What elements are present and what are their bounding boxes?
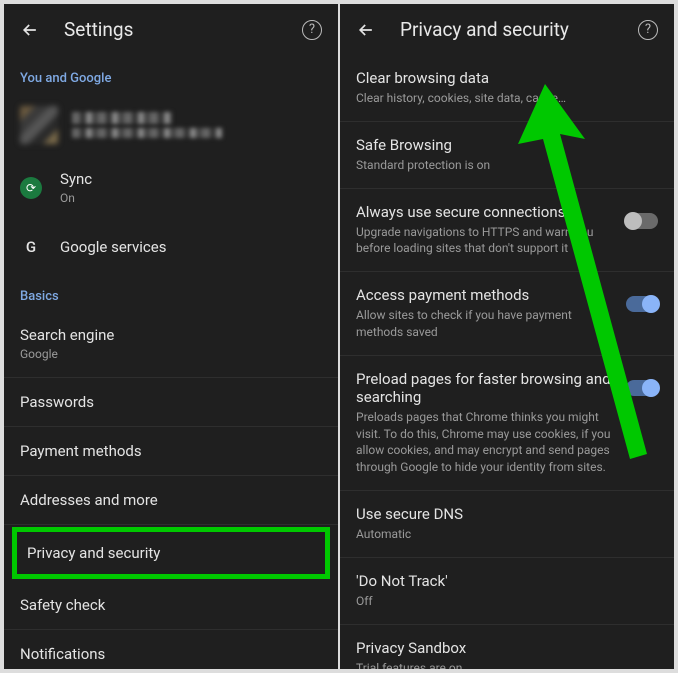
passwords-row[interactable]: Passwords: [4, 378, 338, 427]
notifications-row[interactable]: Notifications: [4, 630, 338, 669]
highlighted-privacy-security: Privacy and security: [12, 527, 330, 579]
sandbox-sub: Trial features are on: [356, 660, 658, 669]
do-not-track-row[interactable]: 'Do Not Track' Off: [340, 558, 674, 625]
google-services-label: Google services: [60, 238, 166, 256]
settings-panel: Settings ? You and Google ⟳ Sync On G Go…: [4, 4, 338, 669]
account-row[interactable]: [4, 94, 338, 156]
payment-access-sub: Allow sites to check if you have payment…: [356, 307, 616, 341]
search-engine-sub: Google: [20, 346, 322, 363]
safe-browsing-sub: Standard protection is on: [356, 157, 658, 174]
secure-conn-title: Always use secure connections: [356, 203, 616, 221]
safety-check-label: Safety check: [20, 596, 105, 614]
sync-row[interactable]: ⟳ Sync On: [4, 156, 338, 221]
preload-pages-row[interactable]: Preload pages for faster browsing and se…: [340, 356, 674, 491]
sandbox-title: Privacy Sandbox: [356, 639, 658, 657]
back-arrow-icon[interactable]: [356, 20, 376, 40]
privacy-security-label: Privacy and security: [27, 544, 160, 562]
dnt-sub: Off: [356, 593, 658, 610]
search-engine-row[interactable]: Search engine Google: [4, 312, 338, 378]
section-you-and-google: You and Google: [4, 55, 338, 94]
secure-conn-toggle[interactable]: [626, 213, 658, 229]
clear-browsing-data-row[interactable]: Clear browsing data Clear history, cooki…: [340, 55, 674, 122]
sync-icon: ⟳: [20, 177, 42, 199]
sync-title: Sync: [60, 170, 322, 188]
sync-sub: On: [60, 190, 322, 207]
avatar: [20, 106, 58, 144]
preload-sub: Preloads pages that Chrome thinks you mi…: [356, 409, 616, 476]
addresses-row[interactable]: Addresses and more: [4, 476, 338, 525]
safety-check-row[interactable]: Safety check: [4, 581, 338, 630]
secure-dns-row[interactable]: Use secure DNS Automatic: [340, 491, 674, 558]
addresses-label: Addresses and more: [20, 491, 158, 509]
page-title: Settings: [64, 18, 278, 41]
dns-sub: Automatic: [356, 526, 658, 543]
google-services-row[interactable]: G Google services: [4, 221, 338, 273]
privacy-security-panel: Privacy and security ? Clear browsing da…: [340, 4, 674, 669]
preload-title: Preload pages for faster browsing and se…: [356, 370, 616, 406]
secure-conn-sub: Upgrade navigations to HTTPS and warn yo…: [356, 224, 616, 258]
account-text-redacted: [72, 112, 222, 138]
safe-browsing-title: Safe Browsing: [356, 136, 658, 154]
help-icon[interactable]: ?: [638, 20, 658, 40]
google-icon: G: [20, 236, 42, 258]
privacy-sandbox-row[interactable]: Privacy Sandbox Trial features are on: [340, 625, 674, 669]
payment-methods-access-row[interactable]: Access payment methods Allow sites to ch…: [340, 272, 674, 356]
preload-toggle[interactable]: [626, 380, 658, 396]
header-left: Settings ?: [4, 4, 338, 55]
safe-browsing-row[interactable]: Safe Browsing Standard protection is on: [340, 122, 674, 189]
dns-title: Use secure DNS: [356, 505, 658, 523]
clear-browsing-title: Clear browsing data: [356, 69, 658, 87]
back-arrow-icon[interactable]: [20, 20, 40, 40]
clear-browsing-sub: Clear history, cookies, site data, cache…: [356, 90, 658, 107]
section-basics: Basics: [4, 273, 338, 312]
privacy-security-row[interactable]: Privacy and security: [17, 532, 325, 574]
dnt-title: 'Do Not Track': [356, 572, 658, 590]
help-icon[interactable]: ?: [302, 20, 322, 40]
payment-access-toggle[interactable]: [626, 296, 658, 312]
payment-methods-label: Payment methods: [20, 442, 142, 460]
search-engine-title: Search engine: [20, 326, 322, 344]
page-title: Privacy and security: [400, 18, 614, 41]
secure-connections-row[interactable]: Always use secure connections Upgrade na…: [340, 189, 674, 273]
header-right: Privacy and security ?: [340, 4, 674, 55]
passwords-label: Passwords: [20, 393, 94, 411]
notifications-label: Notifications: [20, 645, 105, 663]
payment-access-title: Access payment methods: [356, 286, 616, 304]
payment-methods-row[interactable]: Payment methods: [4, 427, 338, 476]
